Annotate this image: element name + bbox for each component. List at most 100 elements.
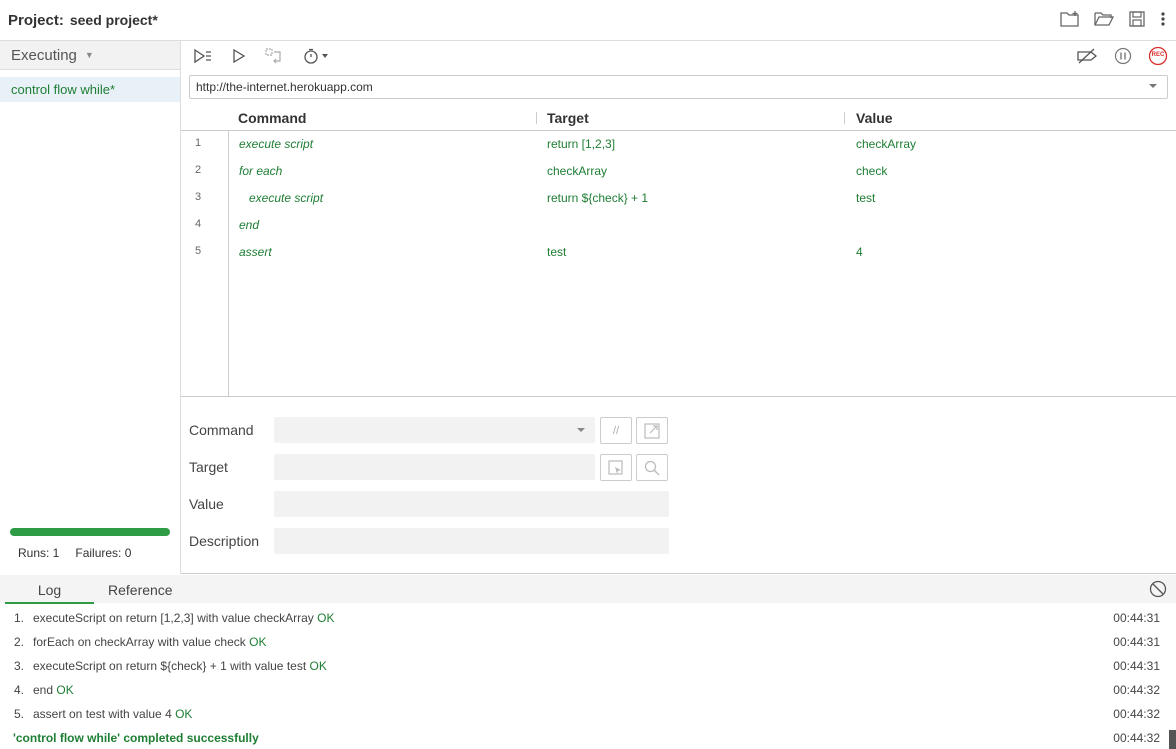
description-label: Description (189, 533, 260, 549)
log-index: 2. (14, 635, 25, 649)
log-entry: 2. forEach on checkArray with value chec… (0, 629, 1168, 653)
command-label: Command (189, 422, 254, 438)
row-number: 5 (195, 245, 202, 257)
chevron-down-icon[interactable] (1147, 80, 1159, 92)
log-time: 00:44:32 (1113, 707, 1160, 721)
row-number: 1 (195, 137, 202, 149)
log-entry: 3. executeScript on return ${check} + 1 … (0, 653, 1168, 677)
row-command: execute script (249, 191, 324, 205)
log-time: 00:44:31 (1113, 611, 1160, 625)
test-item-label: control flow while* (11, 82, 116, 97)
table-row[interactable]: 3 execute script return ${check} + 1 tes… (181, 185, 1176, 212)
clear-log-icon[interactable] (1149, 580, 1167, 598)
runs-count: Runs: 1 (18, 546, 60, 560)
log-status: OK (317, 611, 335, 625)
log-index: 5. (14, 707, 25, 721)
row-number: 4 (195, 218, 202, 230)
log-entry: 4. end OK 00:44:32 (0, 677, 1168, 701)
find-target-button[interactable] (636, 454, 668, 481)
commands-table: 1 execute script return [1,2,3] checkArr… (181, 131, 1176, 397)
row-command: end (239, 218, 260, 232)
comment-button[interactable]: // (600, 417, 632, 444)
log-entry: 5. assert on test with value 4 OK 00:44:… (0, 701, 1168, 725)
search-icon (644, 460, 660, 475)
log-text: executeScript on return ${check} + 1 wit… (33, 659, 307, 673)
tab-reference[interactable]: Reference (108, 582, 173, 598)
table-row[interactable]: 2 for each checkArray check (181, 158, 1176, 185)
step-icon[interactable] (265, 47, 285, 64)
log-status: OK (249, 635, 267, 649)
test-sidebar: Executing ▼ control flow while* Runs: 1 … (0, 41, 181, 574)
more-vert-icon[interactable] (1160, 10, 1166, 28)
progress-bar (10, 528, 170, 536)
value-label: Value (189, 496, 224, 512)
row-target: checkArray (547, 164, 608, 178)
caret-down-icon: ▼ (84, 50, 94, 60)
column-separator[interactable] (536, 112, 537, 124)
value-input[interactable] (274, 491, 669, 517)
open-folder-icon[interactable] (1094, 10, 1114, 28)
commands-table-header: Command Target Value (181, 105, 1176, 131)
select-target-button[interactable] (600, 454, 632, 481)
external-link-icon (644, 422, 660, 439)
test-item-control-flow-while[interactable]: control flow while* (0, 77, 180, 102)
speed-icon[interactable] (303, 48, 331, 64)
row-command: for each (239, 164, 283, 178)
mode-label: Executing (11, 46, 77, 64)
row-target: return ${check} + 1 (547, 191, 649, 205)
base-url-value: http://the-internet.herokuapp.com (196, 80, 373, 94)
log-entry: 1. executeScript on return [1,2,3] with … (0, 605, 1168, 629)
failures-count: Failures: 0 (75, 546, 132, 560)
log-status: OK (175, 707, 193, 721)
command-editor: Command // Target Value Description (181, 397, 1176, 574)
select-element-icon (608, 459, 623, 475)
target-input[interactable] (274, 454, 595, 480)
log-text: assert on test with value 4 (33, 707, 172, 721)
log-scrollbar[interactable] (1169, 730, 1176, 749)
log-text: executeScript on return [1,2,3] with val… (33, 611, 314, 625)
column-header-command: Command (238, 110, 307, 126)
column-header-value: Value (856, 110, 893, 126)
table-row[interactable]: 5 assert test 4 (181, 239, 1176, 266)
run-all-icon[interactable] (193, 48, 213, 64)
row-value: test (856, 191, 876, 205)
row-target: test (547, 245, 567, 259)
log-output: 1. executeScript on return [1,2,3] with … (0, 603, 1176, 749)
log-time: 00:44:32 (1113, 683, 1160, 697)
project-name[interactable]: seed project* (70, 12, 158, 28)
log-text: end (33, 683, 54, 697)
description-input[interactable] (274, 528, 669, 554)
project-label: Project: (8, 11, 64, 29)
save-icon[interactable] (1128, 10, 1146, 28)
log-status: OK (309, 659, 327, 673)
tab-log[interactable]: Log (5, 582, 94, 604)
table-row[interactable]: 1 execute script return [1,2,3] checkArr… (181, 131, 1176, 158)
base-url-input[interactable]: http://the-internet.herokuapp.com (189, 75, 1168, 99)
run-current-icon[interactable] (231, 48, 247, 64)
log-summary: 'control flow while' completed successfu… (0, 725, 1168, 749)
row-number: 3 (195, 191, 202, 203)
row-number: 2 (195, 164, 202, 176)
column-separator[interactable] (844, 112, 845, 124)
command-select[interactable] (274, 417, 595, 443)
log-summary-text: 'control flow while' completed successfu… (13, 731, 259, 745)
comment-button-label: // (612, 424, 620, 437)
log-tabs-bar: Log Reference (0, 575, 1176, 604)
open-reference-button[interactable] (636, 417, 668, 444)
pause-icon[interactable] (1114, 47, 1132, 65)
row-value: check (856, 164, 888, 178)
row-target: return [1,2,3] (547, 137, 616, 151)
log-index: 4. (14, 683, 25, 697)
run-toolbar: REC (181, 41, 1176, 70)
log-status: OK (56, 683, 74, 697)
log-summary-time: 00:44:32 (1113, 731, 1160, 745)
mode-selector[interactable]: Executing ▼ (0, 41, 180, 70)
column-header-target: Target (547, 110, 589, 126)
new-folder-icon[interactable] (1060, 10, 1080, 28)
row-command: assert (239, 245, 272, 259)
record-icon[interactable]: REC (1148, 46, 1168, 66)
disable-breakpoints-icon[interactable] (1076, 47, 1098, 65)
log-index: 1. (14, 611, 25, 625)
log-index: 3. (14, 659, 25, 673)
table-row[interactable]: 4 end (181, 212, 1176, 239)
